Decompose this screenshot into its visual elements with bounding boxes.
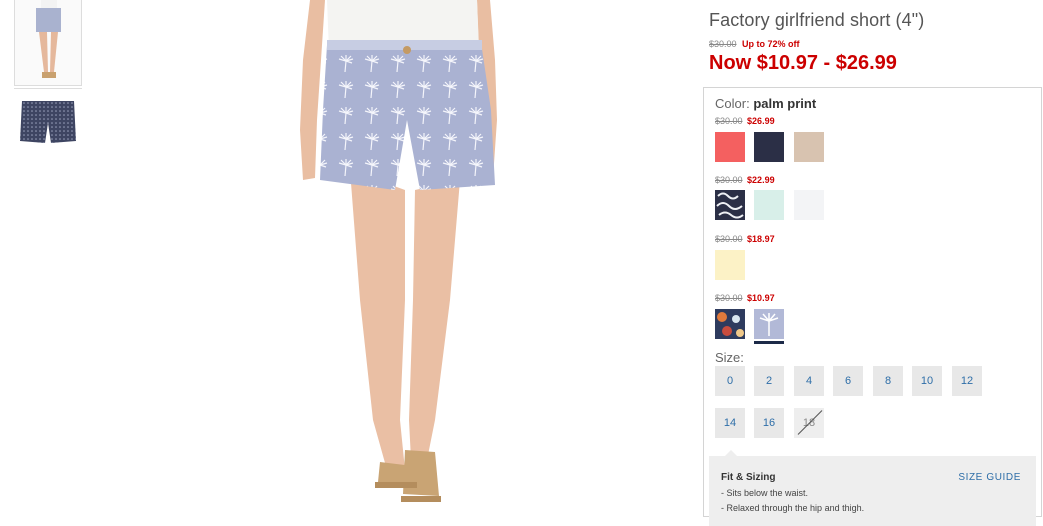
fit-and-sizing-section: Fit & Sizing SIZE GUIDE - Sits below the… [709, 450, 1036, 526]
color-swatch-mint[interactable] [754, 190, 784, 220]
size-button-18-unavailable: 18 [794, 408, 824, 438]
color-swatch-coral[interactable] [715, 132, 745, 162]
fit-title: Fit & Sizing [721, 472, 776, 483]
size-button-2[interactable]: 2 [754, 366, 784, 396]
color-selection-label: Color: palm print [715, 96, 816, 111]
main-product-image [255, 0, 555, 510]
product-options-panel: Color: palm print $30.00 $26.99 $30.00 $… [703, 87, 1042, 526]
discount-text: Up to 72% off [742, 39, 800, 49]
original-price-line: $30.00 Up to 72% off [709, 39, 800, 49]
color-swatch-navy-pattern[interactable] [715, 190, 745, 220]
color-group-price: $30.00 $22.99 [715, 175, 775, 185]
selected-swatch-indicator [754, 341, 784, 344]
group-sale-price: $26.99 [747, 116, 775, 126]
size-button-12[interactable]: 12 [952, 366, 982, 396]
group-sale-price: $10.97 [747, 293, 775, 303]
group-original-price: $30.00 [715, 234, 743, 244]
fit-box-pointer [725, 450, 737, 456]
now-price-range: Now $10.97 - $26.99 [709, 52, 897, 74]
fit-bullet: - Sits below the waist. [721, 488, 809, 498]
color-swatch-pale-yellow[interactable] [715, 250, 745, 280]
size-button-14[interactable]: 14 [715, 408, 745, 438]
color-swatch-white[interactable] [794, 190, 824, 220]
original-price: $30.00 [709, 39, 737, 49]
selected-color-name: palm print [753, 96, 817, 111]
group-original-price: $30.00 [715, 116, 743, 126]
thumbnail-model-view[interactable] [14, 0, 82, 86]
unavailable-slash [797, 410, 823, 435]
thumbnail-product-flat[interactable] [14, 88, 82, 146]
size-guide-link[interactable]: SIZE GUIDE [958, 472, 1021, 483]
color-group-price: $30.00 $10.97 [715, 293, 775, 303]
size-button-6[interactable]: 6 [833, 366, 863, 396]
size-button-8[interactable]: 8 [873, 366, 903, 396]
product-title: Factory girlfriend short (4") [709, 10, 925, 30]
color-label: Color: [715, 96, 750, 111]
size-button-16[interactable]: 16 [754, 408, 784, 438]
fit-bullet: - Relaxed through the hip and thigh. [721, 503, 865, 513]
color-swatch-palm-print[interactable] [754, 309, 784, 339]
group-original-price: $30.00 [715, 175, 743, 185]
color-swatch-khaki[interactable] [794, 132, 824, 162]
group-original-price: $30.00 [715, 293, 743, 303]
size-button-0[interactable]: 0 [715, 366, 745, 396]
group-sale-price: $18.97 [747, 234, 775, 244]
size-label: Size: [715, 350, 744, 365]
group-sale-price: $22.99 [747, 175, 775, 185]
color-group-price: $30.00 $26.99 [715, 116, 775, 126]
color-swatch-navy[interactable] [754, 132, 784, 162]
size-button-10[interactable]: 10 [912, 366, 942, 396]
size-button-4[interactable]: 4 [794, 366, 824, 396]
color-swatch-multicolor-print[interactable] [715, 309, 745, 339]
color-group-price: $30.00 $18.97 [715, 234, 775, 244]
